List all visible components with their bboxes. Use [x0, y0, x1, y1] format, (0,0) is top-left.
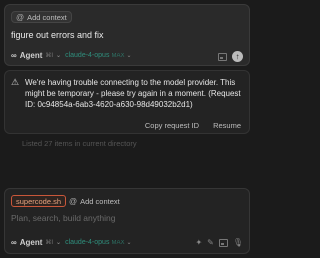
- at-icon: @: [69, 196, 78, 206]
- model-selector[interactable]: claude-4-opus MAX ⌄: [65, 52, 131, 59]
- mode-toolbar: ∞ Agent ⌘I ⌄ claude-4-opus MAX ⌄: [11, 238, 132, 247]
- warning-icon: ⚠: [11, 77, 20, 87]
- error-message: We're having trouble connecting to the m…: [25, 78, 241, 109]
- tool-call-summary: Listed 27 items in current directory: [22, 139, 137, 148]
- add-context-label: Add context: [27, 12, 67, 22]
- model-name: claude-4-opus: [65, 52, 110, 59]
- send-button[interactable]: ↑: [232, 51, 243, 62]
- previous-message-box[interactable]: @ Add context figure out errors and fix …: [4, 4, 250, 66]
- add-context-label: Add context: [80, 196, 120, 206]
- chevron-down-icon: ⌄: [126, 240, 132, 246]
- infinity-icon: ∞: [11, 238, 17, 247]
- agent-label: Agent: [19, 238, 43, 247]
- agent-mode-selector[interactable]: ∞ Agent ⌘I ⌄: [11, 51, 61, 60]
- model-max-badge: MAX: [111, 239, 125, 246]
- prompt-text: figure out errors and fix: [11, 30, 104, 40]
- agent-shortcut: ⌘I: [45, 53, 54, 59]
- model-name: claude-4-opus: [65, 239, 110, 246]
- agent-mode-selector[interactable]: ∞ Agent ⌘I ⌄: [11, 238, 61, 247]
- add-context-chip[interactable]: @ Add context: [65, 195, 124, 207]
- agent-label: Agent: [19, 51, 43, 60]
- add-context-chip[interactable]: @ Add context: [11, 11, 72, 23]
- image-icon[interactable]: [218, 52, 227, 61]
- resume-button[interactable]: Resume: [213, 121, 241, 130]
- infinity-icon: ∞: [11, 51, 17, 60]
- image-icon[interactable]: [218, 238, 228, 247]
- sparkle-icon[interactable]: ✦: [195, 238, 202, 247]
- composer-input[interactable]: Plan, search, build anything: [11, 213, 115, 223]
- chevron-down-icon: ⌄: [126, 53, 132, 59]
- at-icon: @: [16, 12, 25, 22]
- copy-request-id-button[interactable]: Copy request ID: [145, 121, 199, 130]
- agent-shortcut: ⌘I: [45, 240, 54, 246]
- model-selector[interactable]: claude-4-opus MAX ⌄: [65, 239, 131, 246]
- composer-tools: ✦ ✎ 🎙: [195, 238, 243, 247]
- mode-toolbar: ∞ Agent ⌘I ⌄ claude-4-opus MAX ⌄: [11, 51, 132, 60]
- chevron-down-icon: ⌄: [56, 240, 62, 246]
- box-tools: ↑: [218, 51, 243, 62]
- context-file-chip[interactable]: supercode.sh: [11, 195, 67, 207]
- pen-icon[interactable]: ✎: [207, 238, 214, 247]
- error-panel: ⚠ We're having trouble connecting to the…: [4, 70, 250, 134]
- chevron-down-icon: ⌄: [56, 53, 62, 59]
- composer[interactable]: supercode.sh @ Add context Plan, search,…: [4, 188, 250, 254]
- error-actions: Copy request ID Resume: [145, 121, 241, 130]
- microphone-icon[interactable]: 🎙: [233, 238, 243, 247]
- model-max-badge: MAX: [111, 52, 125, 59]
